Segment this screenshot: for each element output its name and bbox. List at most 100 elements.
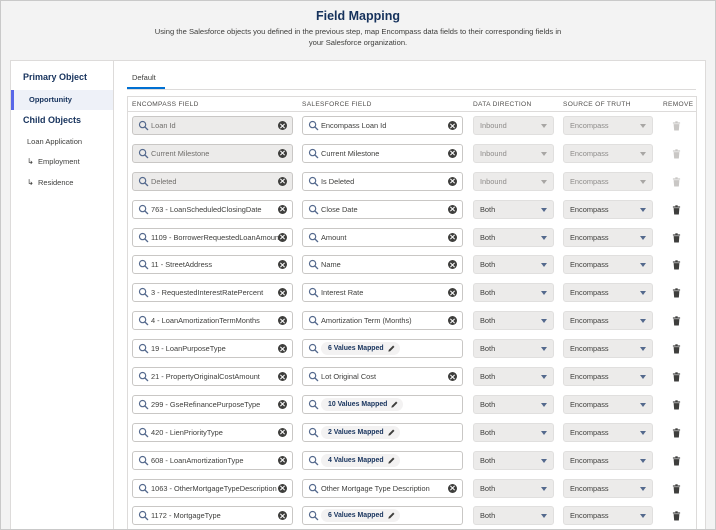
encompass-field-input[interactable]: 1172 - MortgageType: [132, 506, 293, 526]
clear-icon[interactable]: [278, 316, 287, 326]
source-of-truth-select[interactable]: Encompass: [563, 339, 653, 359]
clear-icon[interactable]: [278, 121, 287, 130]
trash-icon[interactable]: [672, 288, 681, 298]
trash-icon[interactable]: [672, 456, 681, 466]
salesforce-field-input[interactable]: Is Deleted: [302, 171, 463, 191]
trash-icon[interactable]: [672, 511, 681, 521]
salesforce-field-input[interactable]: Interest Rate: [302, 283, 463, 303]
clear-icon[interactable]: [448, 288, 457, 298]
clear-icon[interactable]: [448, 204, 457, 214]
clear-icon[interactable]: [278, 511, 287, 521]
source-of-truth-select[interactable]: Encompass: [563, 450, 653, 470]
source-of-truth-select[interactable]: Encompass: [563, 394, 653, 414]
trash-icon[interactable]: [672, 205, 681, 215]
salesforce-field-input[interactable]: 10 Values Mapped: [302, 394, 463, 414]
trash-icon[interactable]: [672, 316, 681, 326]
encompass-field-input[interactable]: 299 - GseRefinancePurposeType: [132, 394, 293, 414]
data-direction-select[interactable]: Both: [473, 199, 554, 219]
encompass-field-input[interactable]: Deleted: [132, 171, 293, 191]
salesforce-field-input[interactable]: Amount: [302, 227, 463, 247]
clear-icon[interactable]: [448, 121, 457, 130]
data-direction-select[interactable]: Both: [473, 311, 554, 331]
encompass-field-input[interactable]: 1063 - OtherMortgageTypeDescription: [132, 478, 293, 498]
clear-icon[interactable]: [278, 399, 287, 409]
clear-icon[interactable]: [448, 148, 457, 158]
data-direction-select[interactable]: Both: [473, 339, 554, 359]
data-direction-select[interactable]: Both: [473, 422, 554, 442]
salesforce-field-input[interactable]: Lot Original Cost: [302, 367, 463, 387]
salesforce-field-input[interactable]: Encompass Loan Id: [302, 116, 463, 135]
values-mapped-pill[interactable]: 4 Values Mapped: [321, 453, 400, 467]
data-direction-select[interactable]: Both: [473, 506, 554, 526]
clear-icon[interactable]: [278, 427, 287, 437]
data-direction-select[interactable]: Both: [473, 450, 554, 470]
encompass-field-input[interactable]: 19 - LoanPurposeType: [132, 339, 293, 359]
salesforce-field-input[interactable]: Close Date: [302, 199, 463, 219]
pencil-icon[interactable]: [387, 511, 396, 520]
source-of-truth-select[interactable]: Encompass: [563, 255, 653, 275]
encompass-field-input[interactable]: 763 - LoanScheduledClosingDate: [132, 199, 293, 219]
trash-icon[interactable]: [672, 260, 681, 270]
salesforce-field-input[interactable]: Other Mortgage Type Description: [302, 478, 463, 498]
encompass-field-input[interactable]: 420 - LienPriorityType: [132, 422, 293, 442]
data-direction-select[interactable]: Both: [473, 394, 554, 414]
clear-icon[interactable]: [278, 455, 287, 465]
clear-icon[interactable]: [278, 483, 287, 493]
clear-icon[interactable]: [278, 148, 287, 158]
salesforce-field-input[interactable]: Current Milestone: [302, 143, 463, 163]
trash-icon[interactable]: [672, 344, 681, 354]
encompass-field-input[interactable]: Loan Id: [132, 116, 293, 135]
trash-icon[interactable]: [672, 428, 681, 438]
pencil-icon[interactable]: [387, 344, 396, 353]
clear-icon[interactable]: [278, 344, 287, 354]
clear-icon[interactable]: [448, 232, 457, 242]
salesforce-field-input[interactable]: 2 Values Mapped: [302, 422, 463, 442]
encompass-field-input[interactable]: 608 - LoanAmortizationType: [132, 450, 293, 470]
source-of-truth-select[interactable]: Encompass: [563, 367, 653, 387]
sidebar-item-opportunity[interactable]: Opportunity: [11, 90, 113, 110]
salesforce-field-input[interactable]: Amortization Term (Months): [302, 311, 463, 331]
source-of-truth-select[interactable]: Encompass: [563, 506, 653, 526]
data-direction-select[interactable]: Both: [473, 227, 554, 247]
source-of-truth-select[interactable]: Encompass: [563, 478, 653, 498]
tab-default[interactable]: Default: [127, 69, 161, 89]
data-direction-select[interactable]: Both: [473, 367, 554, 387]
source-of-truth-select[interactable]: Encompass: [563, 311, 653, 331]
trash-icon[interactable]: [672, 372, 681, 382]
trash-icon[interactable]: [672, 400, 681, 410]
salesforce-field-input[interactable]: 4 Values Mapped: [302, 450, 463, 470]
clear-icon[interactable]: [448, 483, 457, 493]
encompass-field-input[interactable]: 1109 - BorrowerRequestedLoanAmount: [132, 227, 293, 247]
data-direction-select[interactable]: Both: [473, 255, 554, 275]
clear-icon[interactable]: [278, 260, 287, 270]
clear-icon[interactable]: [278, 288, 287, 298]
data-direction-select[interactable]: Both: [473, 478, 554, 498]
clear-icon[interactable]: [278, 232, 287, 242]
trash-icon[interactable]: [672, 233, 681, 243]
source-of-truth-select[interactable]: Encompass: [563, 227, 653, 247]
clear-icon[interactable]: [448, 176, 457, 186]
values-mapped-pill[interactable]: 6 Values Mapped: [321, 342, 400, 356]
values-mapped-pill[interactable]: 6 Values Mapped: [321, 509, 400, 523]
values-mapped-pill[interactable]: 10 Values Mapped: [321, 397, 404, 411]
values-mapped-pill[interactable]: 2 Values Mapped: [321, 425, 400, 439]
encompass-field-input[interactable]: Current Milestone: [132, 143, 293, 163]
pencil-icon[interactable]: [387, 456, 396, 465]
data-direction-select[interactable]: Both: [473, 283, 554, 303]
encompass-field-input[interactable]: 11 - StreetAddress: [132, 255, 293, 275]
clear-icon[interactable]: [448, 372, 457, 382]
salesforce-field-input[interactable]: Name: [302, 255, 463, 275]
sidebar-item-employment[interactable]: ↳ Employment: [11, 152, 113, 172]
source-of-truth-select[interactable]: Encompass: [563, 199, 653, 219]
encompass-field-input[interactable]: 4 - LoanAmortizationTermMonths: [132, 311, 293, 331]
encompass-field-input[interactable]: 21 - PropertyOriginalCostAmount: [132, 367, 293, 387]
clear-icon[interactable]: [278, 372, 287, 382]
pencil-icon[interactable]: [387, 428, 396, 437]
clear-icon[interactable]: [448, 260, 457, 270]
sidebar-item-loan-application[interactable]: Loan Application: [11, 132, 113, 152]
encompass-field-input[interactable]: 3 - RequestedInterestRatePercent: [132, 283, 293, 303]
clear-icon[interactable]: [278, 204, 287, 214]
source-of-truth-select[interactable]: Encompass: [563, 283, 653, 303]
trash-icon[interactable]: [672, 484, 681, 494]
clear-icon[interactable]: [278, 176, 287, 186]
